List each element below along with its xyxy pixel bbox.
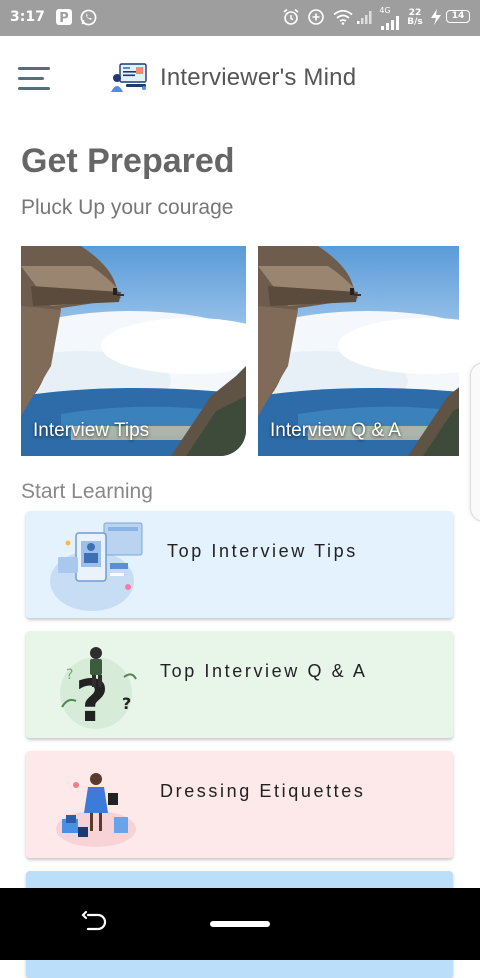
battery-level: 14 [446, 10, 470, 23]
signal-icon [380, 14, 400, 32]
section-label: Start Learning [21, 480, 153, 503]
app-title: Interviewer's Mind [160, 64, 357, 91]
whatsapp-icon [80, 8, 97, 26]
carousel-card-interview-tips[interactable]: Interview Tips [21, 246, 246, 456]
learning-card-label: Dressing Etiquettes [160, 781, 366, 801]
svg-text:?: ? [122, 694, 131, 713]
home-gesture-bar[interactable] [210, 921, 270, 927]
signal-weak-icon [356, 8, 374, 26]
learning-card-label: Top Interview Tips [167, 541, 358, 561]
status-bar: 3:17 P 4G 22 B/s 14 [0, 0, 480, 36]
learning-card-dressing-etiquettes[interactable]: Dressing Etiquettes [26, 751, 453, 858]
learning-card-label: Top Interview Q & A [160, 661, 368, 681]
net-speed-unit: B/s [407, 17, 423, 27]
hamburger-menu-icon[interactable] [18, 64, 52, 92]
online-learning-illustration [50, 522, 143, 611]
learning-card-interview-tips[interactable]: Top Interview Tips [26, 511, 453, 618]
question-person-illustration: ? ? ? [60, 647, 137, 733]
charging-icon [430, 8, 442, 26]
status-time: 3:17 [10, 9, 45, 25]
wifi-icon [333, 8, 353, 26]
alarm-icon [282, 8, 300, 26]
edge-panel-handle[interactable] [470, 362, 480, 522]
carousel-caption: Interview Tips [33, 420, 150, 441]
app-bar: Interviewer's Mind [0, 36, 480, 120]
shopping-dress-illustration [56, 773, 136, 847]
carousel-card-interview-qa[interactable]: Interview Q & A [258, 246, 459, 456]
svg-text:?: ? [66, 667, 73, 683]
parking-app-icon: P [56, 8, 72, 26]
carousel-caption: Interview Q & A [270, 420, 401, 441]
page-subtitle: Pluck Up your courage [21, 196, 234, 219]
data-saver-icon [307, 8, 325, 26]
page-title: Get Prepared [21, 142, 235, 180]
svg-text:P: P [59, 11, 69, 25]
interview-logo-icon [110, 60, 150, 94]
learning-card-interview-qa[interactable]: ? ? ? Top Interview Q & A [26, 631, 453, 738]
back-icon[interactable] [80, 910, 108, 938]
